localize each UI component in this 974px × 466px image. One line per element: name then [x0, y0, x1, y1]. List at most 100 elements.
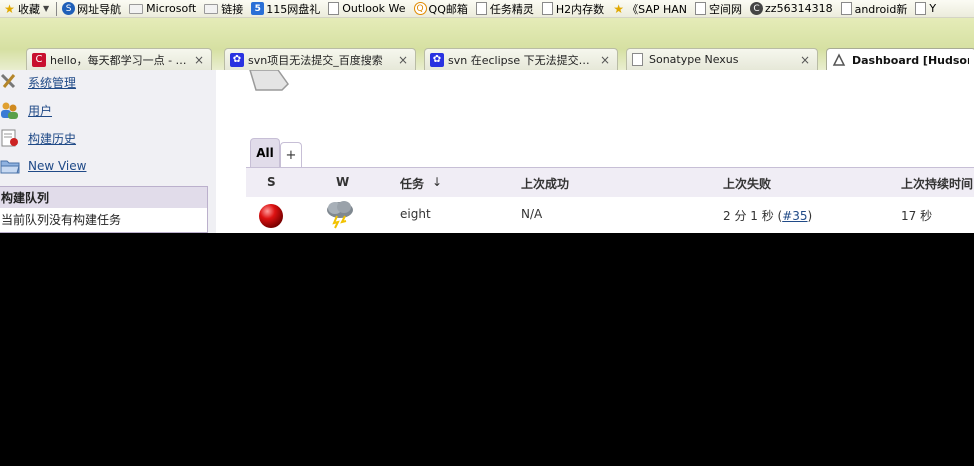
separator — [56, 1, 58, 16]
bookmark-item[interactable]: android新 — [838, 0, 913, 17]
bookmark-label: Y — [929, 2, 937, 15]
last-failure-time: 2 分 1 秒 ( — [723, 209, 783, 223]
last-success-value: N/A — [521, 207, 543, 221]
tab-title: hello，每天都学习一点 - … — [50, 53, 187, 67]
build-queue-panel: 构建队列 当前队列没有构建任务 — [0, 186, 208, 233]
close-icon[interactable]: × — [397, 53, 409, 67]
tab-title: svn 在eclipse 下无法提交… — [448, 53, 590, 67]
bookmark-folder[interactable]: Microsoft — [126, 0, 201, 17]
bookmark-label: Outlook We — [342, 2, 406, 15]
sidebar: 系统管理 用户 构建历史 New View 构建队列 当前队列没有构建任务 — [0, 70, 216, 233]
users-icon — [0, 101, 20, 119]
page-content: 系统管理 用户 构建历史 New View 构建队列 当前队列没有构建任务 Al… — [0, 70, 974, 233]
tab-baidu-eclipse[interactable]: ✿ svn 在eclipse 下无法提交… × — [424, 48, 618, 70]
tab-nexus[interactable]: Sonatype Nexus × — [626, 48, 818, 70]
bookmark-folder[interactable]: 链接 — [201, 0, 248, 17]
chevron-down-icon[interactable]: ▼ — [43, 4, 49, 13]
bookmark-label: 《SAP HAN — [627, 2, 688, 16]
bookmark-item[interactable]: S 网址导航 — [59, 0, 126, 17]
header-last-duration[interactable]: 上次持续时间 — [901, 175, 973, 192]
bookmark-label: QQ邮箱 — [428, 2, 468, 16]
build-queue-title: 构建队列 — [0, 187, 207, 208]
bookmark-label: H2内存数 — [555, 2, 605, 16]
baidu-icon: ✿ — [430, 52, 444, 67]
tab-title: Sonatype Nexus — [649, 53, 739, 66]
baidu-icon: ✿ — [230, 52, 244, 67]
csdn-icon: C — [750, 2, 764, 15]
close-icon[interactable]: × — [599, 53, 611, 67]
page-icon — [475, 2, 487, 15]
tab-csdn[interactable]: C hello，每天都学习一点 - … × — [26, 48, 212, 70]
star-icon: ★ — [613, 1, 625, 16]
last-failure-suffix: ) — [807, 209, 813, 223]
build-history-icon — [0, 129, 20, 147]
page-icon — [328, 2, 340, 15]
tab-title: svn项目无法提交_百度搜索 — [248, 53, 383, 67]
page-icon — [541, 2, 553, 15]
qq-icon: Q — [413, 2, 427, 15]
build-queue-empty-text: 当前队列没有构建任务 — [1, 213, 122, 227]
tab-all-view[interactable]: All — [250, 138, 280, 167]
close-icon[interactable]: × — [799, 53, 811, 67]
bookmark-item[interactable]: C zz56314318 — [747, 0, 838, 17]
bookmark-label: 网址导航 — [77, 2, 122, 16]
115-icon: 5 — [251, 2, 265, 15]
csdn-icon: C — [32, 52, 46, 67]
folder-icon — [129, 3, 144, 14]
page-icon — [632, 53, 643, 66]
build-link[interactable]: #35 — [782, 209, 807, 223]
bookmark-favorites[interactable]: ★ 收藏 ▼ — [0, 0, 54, 17]
bookmark-item[interactable]: H2内存数 — [539, 0, 609, 17]
bookmark-item[interactable]: 任务精灵 — [473, 0, 539, 17]
sidebar-item-label[interactable]: 系统管理 — [28, 74, 76, 91]
browser-tab-bar: C hello，每天都学习一点 - … × ✿ svn项目无法提交_百度搜索 ×… — [0, 18, 974, 71]
bookmark-item[interactable]: Y — [912, 0, 941, 17]
folder-icon — [204, 3, 219, 14]
sidebar-item-label[interactable]: 构建历史 — [28, 130, 76, 147]
status-ball-icon — [258, 203, 284, 229]
main-panel: All + S W 任务 ↓ 上次成功 上次失败 上次持续时间 eight N/… — [216, 70, 974, 233]
page-icon — [840, 2, 852, 15]
sidebar-item-label[interactable]: 用户 — [28, 102, 52, 119]
sidebar-item-build-history[interactable]: 构建历史 — [0, 127, 76, 149]
last-failure-value: 2 分 1 秒 (#35) — [723, 207, 812, 224]
tab-baidu-search[interactable]: ✿ svn项目无法提交_百度搜索 × — [224, 48, 416, 70]
sidebar-item-new-view[interactable]: New View — [0, 155, 86, 177]
bookmark-label: 115网盘礼 — [266, 2, 321, 16]
hudson-icon — [832, 53, 846, 67]
job-name[interactable]: eight — [400, 207, 431, 221]
hudson-logo-icon — [248, 70, 294, 92]
tab-hudson-dashboard[interactable]: Dashboard [Hudson] — [826, 48, 974, 71]
folder-view-icon — [0, 157, 20, 175]
header-weather[interactable]: W — [336, 175, 349, 189]
header-last-failure[interactable]: 上次失败 — [723, 175, 771, 192]
storm-icon — [324, 199, 356, 229]
bookmark-label: android新 — [854, 2, 908, 16]
sidebar-item-manage[interactable]: 系统管理 — [0, 71, 76, 93]
last-duration-value: 17 秒 — [901, 209, 933, 223]
add-view-button[interactable]: + — [280, 142, 302, 167]
page-icon — [695, 2, 707, 15]
sort-arrow-icon[interactable]: ↓ — [432, 175, 442, 189]
bookmark-item[interactable]: Outlook We — [325, 0, 410, 17]
sogou-icon: S — [62, 2, 76, 15]
bookmark-label: 收藏 — [18, 2, 40, 16]
bookmark-item[interactable]: 空间网 — [692, 0, 747, 17]
bookmark-label: 链接 — [221, 2, 244, 16]
bookmark-label: 任务精灵 — [489, 2, 534, 16]
bookmark-item[interactable]: 5 115网盘礼 — [248, 0, 325, 17]
close-icon[interactable]: × — [193, 53, 205, 67]
table-row: eight N/A 2 分 1 秒 (#35) 17 秒 — [246, 197, 974, 233]
jobs-table-header: S W 任务 ↓ 上次成功 上次失败 上次持续时间 — [246, 167, 974, 197]
star-icon: ★ — [4, 1, 15, 16]
header-last-success[interactable]: 上次成功 — [521, 175, 569, 192]
tab-title: Dashboard [Hudson] — [852, 53, 969, 67]
bookmark-label: 空间网 — [709, 2, 743, 16]
bookmark-item[interactable]: Q QQ邮箱 — [411, 0, 473, 17]
header-job[interactable]: 任务 — [400, 175, 424, 192]
header-status[interactable]: S — [267, 175, 276, 189]
sidebar-item-label[interactable]: New View — [28, 159, 86, 173]
sidebar-item-users[interactable]: 用户 — [0, 99, 52, 121]
page-icon — [915, 2, 927, 15]
bookmark-item[interactable]: ★ 《SAP HAN — [609, 0, 692, 17]
